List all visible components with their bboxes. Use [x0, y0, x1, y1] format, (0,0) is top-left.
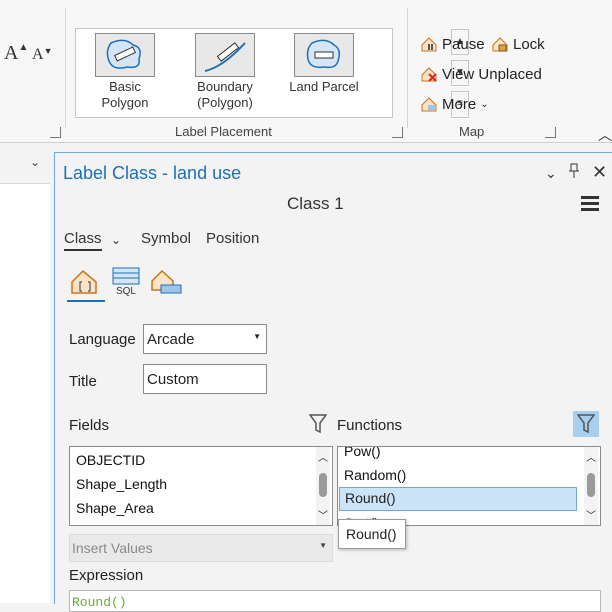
language-label: Language	[69, 331, 136, 348]
sql-table-icon	[112, 267, 140, 285]
language-dropdown[interactable]: Arcade ▼	[143, 324, 267, 354]
tab-position[interactable]: Position	[206, 230, 259, 247]
functions-filter-button[interactable]	[573, 411, 599, 437]
list-item[interactable]: Shape_Area	[76, 500, 154, 516]
map-group-label: Map	[459, 124, 485, 139]
functions-list[interactable]: Pow() Random() Round() Sqrt() ︿ ﹀	[337, 446, 601, 526]
list-item[interactable]: Random()	[344, 467, 406, 483]
lock-labels-icon	[492, 37, 508, 52]
increase-font-size-button[interactable]: A▲	[4, 42, 28, 65]
visibility-range-tab[interactable]	[149, 268, 183, 299]
view-unplaced-button[interactable]: View Unplaced	[420, 65, 542, 83]
pane-options-chevron-icon[interactable]: ⌄	[545, 165, 557, 182]
selected-list-item[interactable]: Round()	[339, 487, 577, 511]
chevron-down-icon: ⌄	[480, 98, 489, 110]
land-parcel-icon	[294, 33, 354, 77]
list-item[interactable]: Shape_Length	[76, 476, 167, 492]
functions-scrollbar[interactable]: ︿ ﹀	[584, 447, 598, 525]
basic-polygon-icon	[95, 33, 155, 77]
left-pane-header	[0, 143, 50, 184]
chevron-down-icon[interactable]: ⌄	[111, 233, 121, 247]
fields-list[interactable]: OBJECTID Shape_Length Shape_Area ︿ ﹀	[69, 446, 333, 526]
function-tooltip: Round()	[338, 519, 406, 549]
label-class-pane: Label Class - land use ⌄ ✕ Class 1 Class…	[54, 152, 612, 612]
scroll-up-icon[interactable]: ︿	[318, 449, 328, 464]
active-subtab-indicator	[67, 300, 105, 302]
list-item[interactable]: Pow()	[344, 447, 381, 459]
tab-class[interactable]: Class	[64, 230, 102, 251]
fields-scrollbar[interactable]: ︿ ﹀	[316, 447, 330, 525]
functions-label: Functions	[337, 417, 403, 434]
scroll-thumb[interactable]	[587, 473, 595, 497]
menu-icon[interactable]	[581, 195, 599, 214]
decrease-font-size-button[interactable]: A▼	[32, 46, 52, 64]
fields-label: Fields	[69, 417, 110, 434]
visibility-range-icon	[151, 269, 182, 294]
label-placement-gallery: Basic Polygon Boundary (Polygon) Land Pa…	[75, 28, 469, 118]
map-dialog-launcher[interactable]	[545, 127, 556, 138]
expression-label: Expression	[69, 567, 144, 584]
group-divider	[407, 8, 408, 128]
chevron-down-icon[interactable]: ⌄	[30, 155, 40, 169]
dropdown-arrow-icon: ▼	[319, 541, 327, 550]
dropdown-arrow-icon: ▼	[253, 332, 261, 341]
pin-icon[interactable]	[568, 163, 580, 182]
collapse-ribbon-icon[interactable]: ︿	[598, 125, 612, 145]
font-dialog-launcher[interactable]	[50, 127, 61, 138]
pause-button[interactable]: Pause	[420, 35, 485, 53]
group-divider	[65, 8, 66, 128]
label-expression-tab[interactable]	[69, 268, 101, 299]
lock-button[interactable]: Lock	[491, 35, 545, 53]
scroll-up-icon[interactable]: ︿	[586, 449, 596, 464]
list-item[interactable]: OBJECTID	[76, 452, 145, 468]
insert-values-dropdown[interactable]: Insert Values ▼	[69, 534, 333, 562]
left-pane-body	[0, 184, 50, 603]
filter-icon	[308, 414, 328, 434]
pane-title: Label Class - land use	[63, 163, 242, 183]
scroll-down-icon[interactable]: ﹀	[318, 507, 328, 522]
scroll-thumb[interactable]	[319, 473, 327, 497]
scroll-down-icon[interactable]: ﹀	[586, 507, 596, 522]
title-input[interactable]: Custom	[143, 364, 267, 394]
gallery-item-land-parcel[interactable]: Land Parcel	[283, 33, 365, 95]
expression-editor[interactable]: Round()	[69, 590, 601, 612]
fields-filter-button[interactable]	[308, 414, 328, 437]
more-button[interactable]: More ⌄	[420, 95, 489, 113]
close-icon[interactable]: ✕	[592, 162, 607, 183]
label-placement-dialog-launcher[interactable]	[392, 127, 403, 138]
sql-query-tab[interactable]: SQL	[111, 267, 141, 297]
gallery-item-basic-polygon[interactable]: Basic Polygon	[84, 33, 166, 111]
boundary-polygon-icon	[195, 33, 255, 77]
label-expression-icon	[71, 269, 97, 294]
label-placement-group-label: Label Placement	[175, 124, 272, 139]
gallery-item-boundary-polygon[interactable]: Boundary (Polygon)	[184, 33, 266, 111]
view-unplaced-icon	[421, 67, 437, 82]
class-name: Class 1	[287, 194, 344, 213]
filter-icon	[577, 414, 595, 434]
title-label: Title	[69, 373, 97, 390]
more-options-icon	[421, 97, 437, 112]
tab-symbol[interactable]: Symbol	[141, 230, 191, 247]
pause-labels-icon	[421, 37, 437, 52]
ribbon: A▲ A▼ Basic Polygon Boundary (Polygon) L…	[0, 0, 612, 143]
